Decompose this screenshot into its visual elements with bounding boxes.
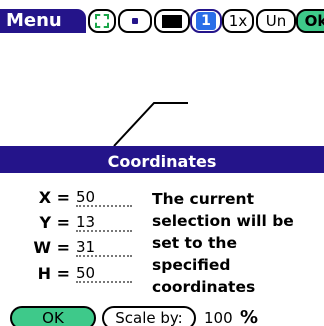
drawing-canvas[interactable] [0, 33, 324, 147]
field-w: W = 31 [14, 237, 134, 259]
h-input[interactable]: 50 [76, 263, 132, 283]
field-y: Y = 13 [14, 212, 134, 234]
field-label: X = [38, 188, 70, 207]
dialog-title: Coordinates [0, 151, 324, 173]
message-line: specified [152, 256, 231, 274]
field-label: Y = [39, 213, 70, 232]
pen-size-button[interactable] [118, 9, 152, 33]
ok-button[interactable]: OK [10, 306, 96, 326]
drawn-line [113, 102, 188, 147]
message-line: selection will be [152, 212, 294, 230]
fill-color-icon [162, 14, 182, 28]
field-label: H = [37, 264, 70, 283]
scale-unit: % [240, 307, 259, 326]
zoom-button[interactable]: 1x [222, 9, 254, 33]
scale-by-button[interactable]: Scale by: [102, 306, 196, 326]
scale-value[interactable]: 100 [204, 306, 233, 326]
field-label: W = [33, 238, 70, 257]
message-line: set to the [152, 234, 237, 252]
ok-toolbar-button[interactable]: Ok [296, 9, 324, 33]
drawing-svg [113, 102, 188, 147]
fill-color-button[interactable] [154, 9, 190, 33]
dot-icon [132, 18, 138, 24]
dialog-message: The current selection will be set to the… [152, 188, 322, 298]
menu-button[interactable]: Menu [0, 9, 86, 33]
selection-box-icon [95, 14, 109, 28]
field-x: X = 50 [14, 187, 134, 209]
y-input[interactable]: 13 [76, 212, 132, 232]
layer-button[interactable]: 1 [190, 9, 222, 33]
message-line: The current [152, 190, 254, 208]
w-input[interactable]: 31 [76, 237, 132, 257]
x-input[interactable]: 50 [76, 187, 132, 207]
selection-tool-button[interactable] [88, 9, 116, 33]
undo-button[interactable]: Un [256, 9, 296, 33]
message-line: coordinates [152, 278, 256, 296]
field-h: H = 50 [14, 263, 134, 285]
layer-number: 1 [196, 12, 216, 30]
toolbar: Menu 1 1x Un Ok [0, 0, 324, 33]
coordinates-dialog: Coordinates X = 50 Y = 13 W = 31 H = 50 … [0, 146, 324, 326]
